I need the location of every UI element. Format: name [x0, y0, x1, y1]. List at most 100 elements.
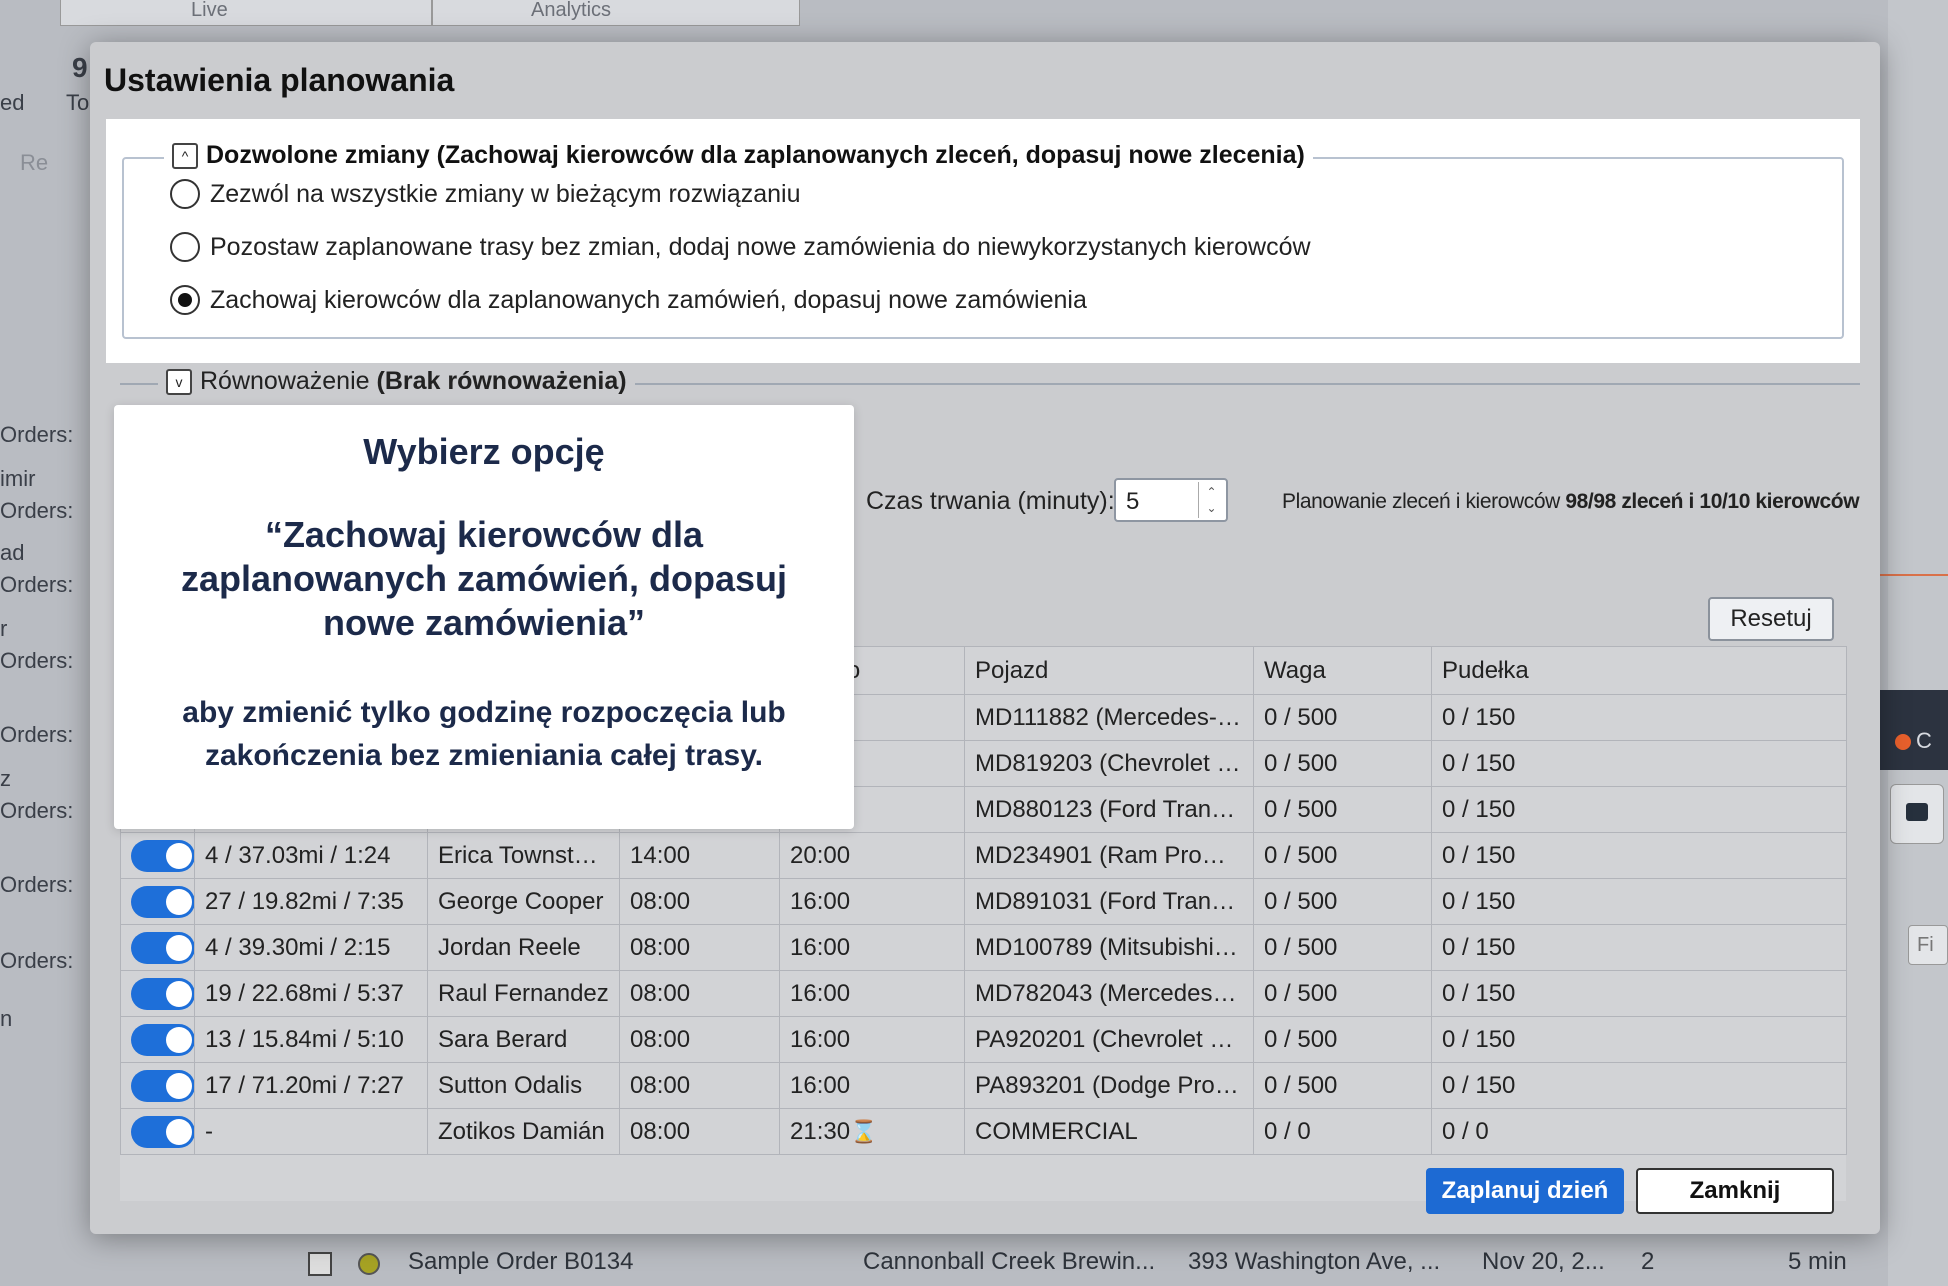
radio-button-selected[interactable] [170, 285, 200, 315]
end-time-value: 21:30 [790, 1117, 851, 1145]
background-tab-live: Live [191, 0, 228, 21]
background-side-text: Orders: [0, 798, 74, 823]
background-qty: 2 [1641, 1248, 1655, 1275]
weight-cell: 0 / 500 [1253, 832, 1432, 879]
vehicle-cell: COMMERCIAL [964, 1108, 1254, 1155]
boxes-cell: 0 / 150 [1431, 1016, 1847, 1063]
background-side-text: Orders: [0, 572, 74, 597]
background-side-text: imir [0, 466, 36, 491]
duration-input[interactable]: 5 ⌃ ⌄ [1114, 478, 1228, 522]
vehicle-cell: PA893201 (Dodge ProMaster) [964, 1062, 1254, 1109]
start-cell[interactable]: 08:00 [619, 1016, 780, 1063]
radio-allow-all-changes[interactable]: Zezwól na wszystkie zmiany w bieżącym ro… [170, 179, 800, 209]
driver-enabled-toggle[interactable] [131, 1023, 194, 1056]
start-cell[interactable]: 08:00 [619, 924, 780, 971]
background-side-text: Re [20, 150, 49, 175]
duration-label: Czas trwania (minuty): [866, 487, 1115, 515]
driver-cell: Raul Fernandez [427, 970, 620, 1017]
balancing-legend[interactable]: v Równoważenie (Brak równoważenia) [158, 367, 635, 396]
table-row: 19 / 22.68mi / 5:37 Raul Fernandez 08:00… [120, 970, 1847, 1017]
column-header-boxes[interactable]: Pudełka [1431, 646, 1847, 695]
table-row: 4 / 37.03mi / 1:24 Erica Townstead 14:00… [120, 832, 1847, 879]
end-cell[interactable]: 16:00 [779, 1062, 965, 1109]
driver-enabled-toggle[interactable] [131, 977, 194, 1010]
driver-enabled-toggle[interactable] [131, 885, 194, 918]
driver-cell: Sutton Odalis [427, 1062, 620, 1109]
weight-cell: 0 / 500 [1253, 924, 1432, 971]
driver-enabled-toggle[interactable] [131, 839, 194, 872]
start-cell[interactable]: 08:00 [619, 1108, 780, 1155]
close-button[interactable]: Zamknij [1636, 1168, 1834, 1214]
radio-button[interactable] [170, 232, 200, 262]
enabled-cell [120, 924, 195, 971]
background-order-name: Sample Order B0134 [408, 1248, 634, 1275]
stats-cell: 4 / 37.03mi / 1:24 [194, 832, 428, 879]
start-cell[interactable]: 08:00 [619, 970, 780, 1017]
column-header-vehicle[interactable]: Pojazd [964, 646, 1254, 695]
chevron-up-icon[interactable]: ^ [172, 142, 198, 169]
end-cell[interactable]: 21:30⌛ [779, 1108, 965, 1155]
end-cell[interactable]: 16:00 [779, 1016, 965, 1063]
start-cell[interactable]: 14:00 [619, 832, 780, 879]
background-side-text: ad [0, 540, 25, 565]
radio-keep-planned-routes[interactable]: Pozostaw zaplanowane trasy bez zmian, do… [170, 232, 1311, 262]
vehicle-cell: MD880123 (Ford Transit) [964, 786, 1254, 833]
start-cell[interactable]: 08:00 [619, 1062, 780, 1109]
background-duration: 5 min [1788, 1248, 1847, 1275]
radio-keep-drivers[interactable]: Zachowaj kierowców dla zaplanowanych zam… [170, 285, 1087, 315]
balancing-label-text: Równoważenie [200, 367, 377, 395]
end-cell[interactable]: 20:00 [779, 832, 965, 879]
boxes-cell: 0 / 150 [1431, 832, 1847, 879]
background-side-text: Orders: [0, 648, 74, 673]
table-row: 4 / 39.30mi / 2:15 Jordan Reele 08:00 16… [120, 924, 1847, 971]
stats-cell: 4 / 39.30mi / 2:15 [194, 924, 428, 971]
end-cell[interactable]: 16:00 [779, 924, 965, 971]
chevron-down-icon[interactable]: ⌄ [1206, 500, 1216, 516]
balancing-section: v Równoważenie (Brak równoważenia) [120, 363, 1860, 403]
driver-enabled-toggle[interactable] [131, 931, 194, 964]
chevron-up-icon[interactable]: ⌃ [1206, 484, 1216, 500]
end-cell[interactable]: 16:00 [779, 878, 965, 925]
reset-button[interactable]: Resetuj [1708, 597, 1834, 641]
tab-divider [431, 0, 433, 26]
stats-cell: - [194, 1108, 428, 1155]
start-cell[interactable]: 08:00 [619, 878, 780, 925]
driver-cell: Erica Townstead [427, 832, 620, 879]
radio-button[interactable] [170, 179, 200, 209]
background-accent-line [1880, 574, 1948, 576]
boxes-cell: 0 / 150 [1431, 740, 1847, 787]
boxes-cell: 0 / 0 [1431, 1108, 1847, 1155]
enabled-cell [120, 878, 195, 925]
end-cell[interactable]: 16:00 [779, 970, 965, 1017]
radio-label: Pozostaw zaplanowane trasy bez zmian, do… [210, 232, 1311, 261]
table-row: 17 / 71.20mi / 7:27 Sutton Odalis 08:00 … [120, 1062, 1847, 1109]
chevron-down-icon[interactable]: v [166, 368, 192, 395]
driver-enabled-toggle[interactable] [131, 1115, 194, 1148]
planning-stats-value: 98/98 zleceń i 10/10 kierowców [1565, 490, 1860, 513]
boxes-cell: 0 / 150 [1431, 924, 1847, 971]
allowed-changes-legend: ^ Dozwolone zmiany (Zachowaj kierowców d… [164, 141, 1313, 170]
table-row: - Zotikos Damián 08:00 21:30⌛ COMMERCIAL… [120, 1108, 1847, 1155]
background-side-text: z [0, 766, 11, 791]
stats-cell: 27 / 19.82mi / 7:35 [194, 878, 428, 925]
driver-cell: Sara Berard [427, 1016, 620, 1063]
background-tab-bar: Live Analytics [60, 0, 800, 26]
boxes-cell: 0 / 150 [1431, 786, 1847, 833]
stats-cell: 17 / 71.20mi / 7:27 [194, 1062, 428, 1109]
plan-day-button[interactable]: Zaplanuj dzień [1426, 1168, 1624, 1214]
duration-stepper[interactable]: ⌃ ⌄ [1198, 482, 1224, 518]
column-header-weight[interactable]: Waga [1253, 646, 1432, 695]
background-side-text: Orders: [0, 498, 74, 523]
enabled-cell [120, 832, 195, 879]
boxes-cell: 0 / 150 [1431, 878, 1847, 925]
enabled-cell [120, 1108, 195, 1155]
background-tab-analytics: Analytics [531, 0, 612, 21]
driver-cell: George Cooper [427, 878, 620, 925]
background-address: 393 Washington Ave, ... [1188, 1248, 1441, 1275]
enabled-cell [120, 1016, 195, 1063]
background-dark-panel-label: C [1916, 728, 1932, 753]
driver-cell: Zotikos Damián [427, 1108, 620, 1155]
driver-enabled-toggle[interactable] [131, 1069, 194, 1102]
callout-note: aby zmienić tylko godzinę rozpoczęcia lu… [182, 696, 786, 772]
weight-cell: 0 / 500 [1253, 1062, 1432, 1109]
